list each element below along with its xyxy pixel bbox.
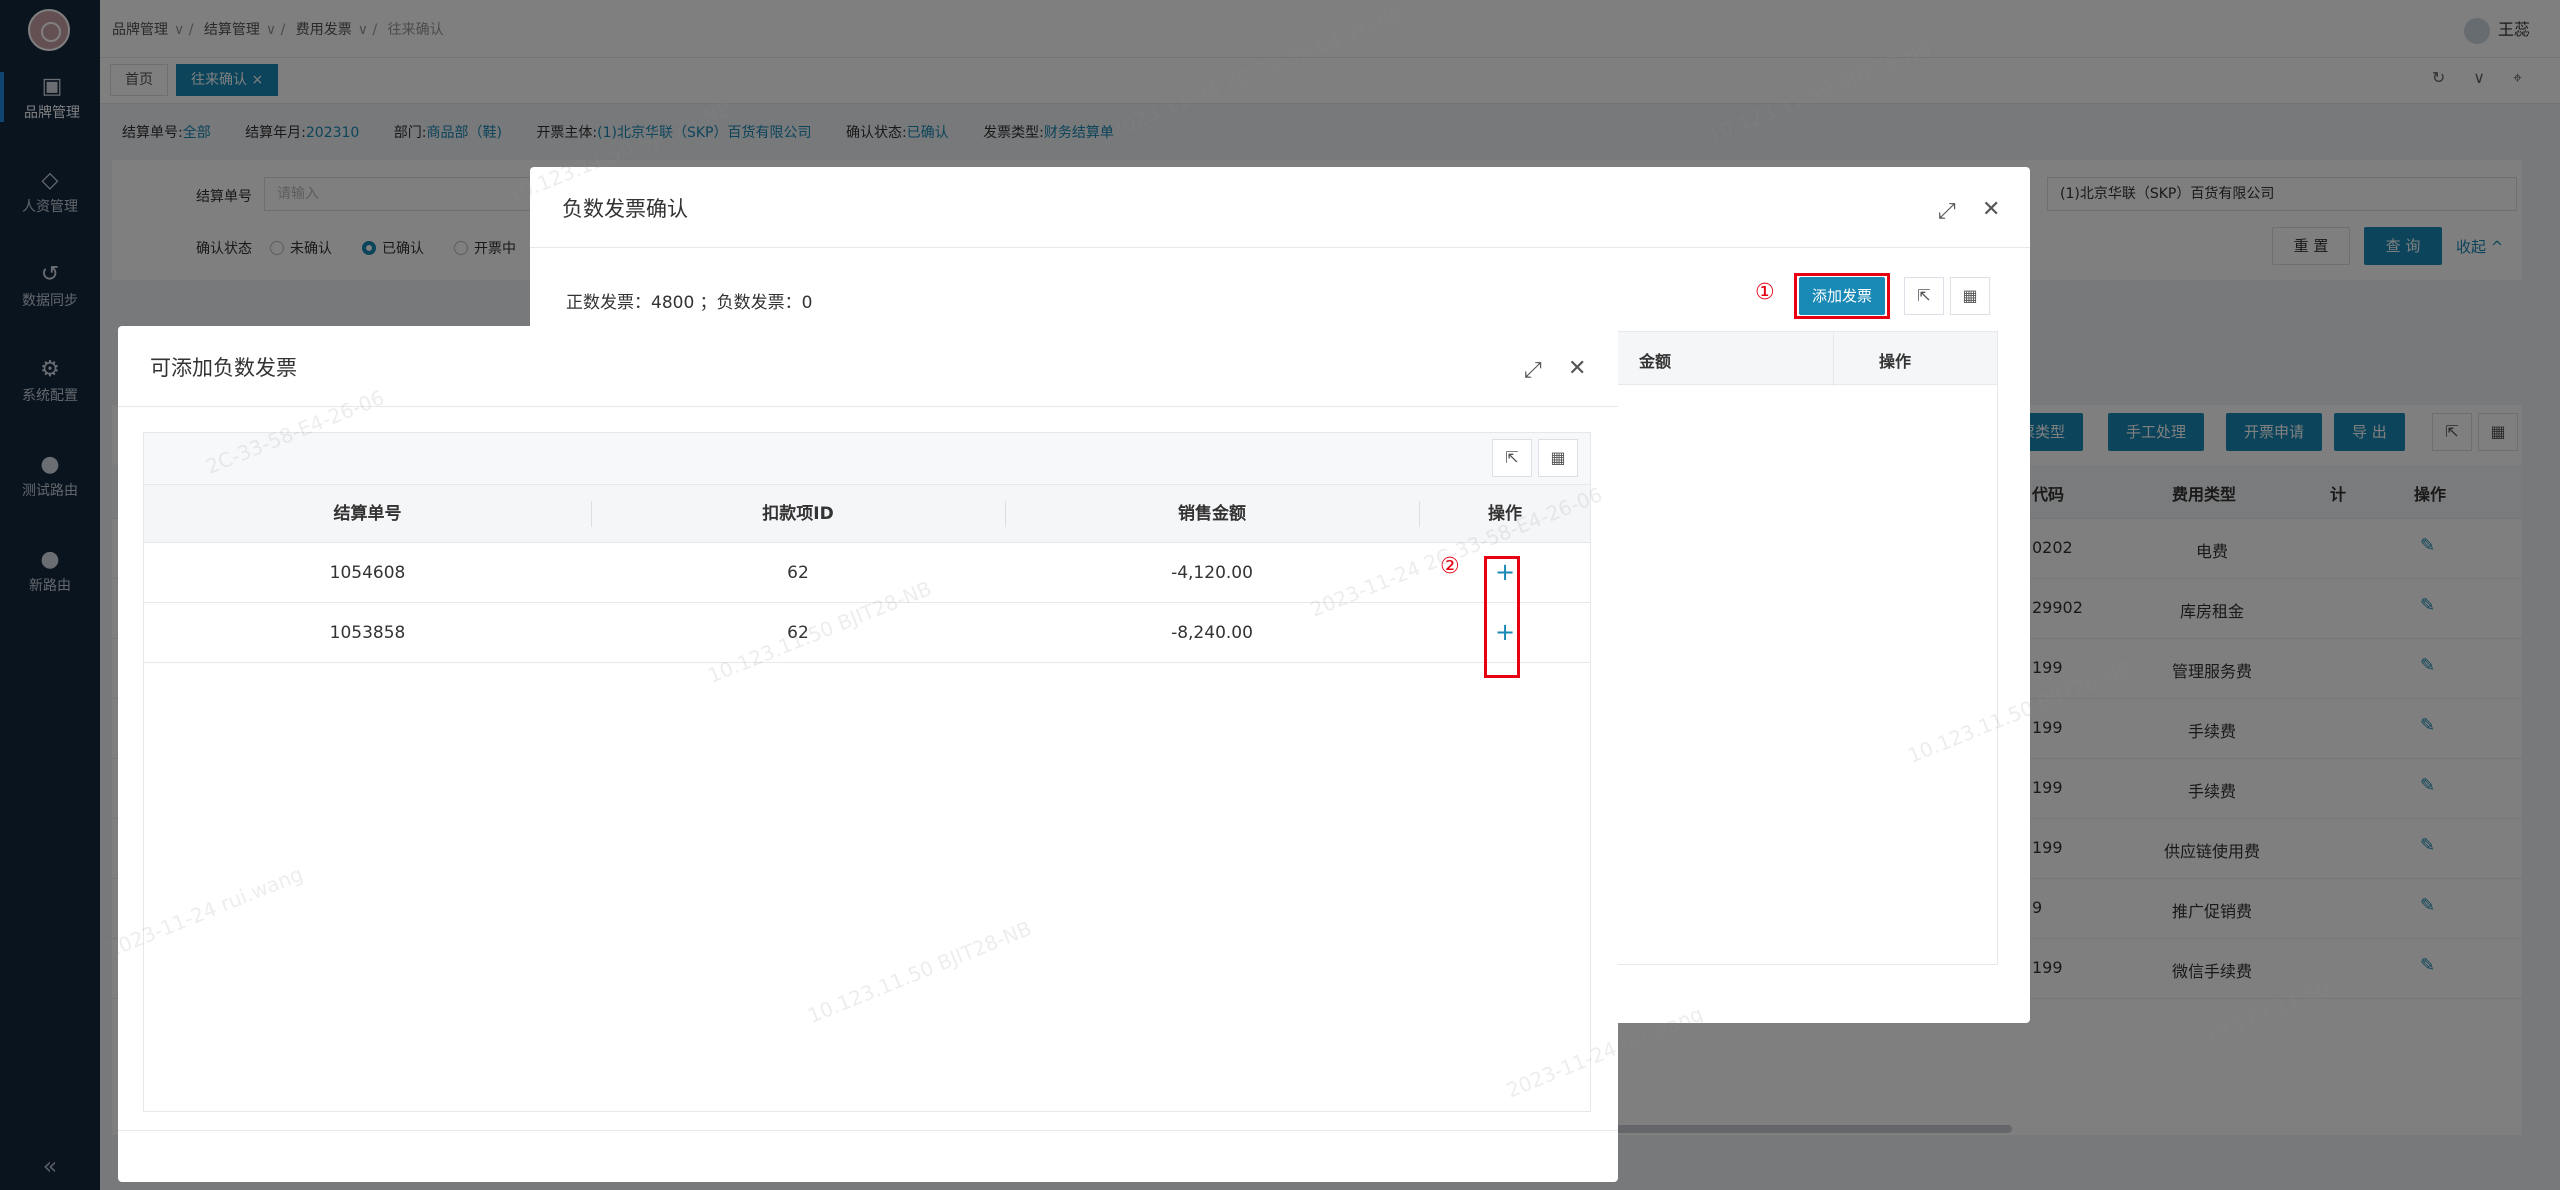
dialog-title: 负数发票确认 [562, 197, 688, 221]
step-marker-1: ① [1755, 280, 1775, 305]
fullscreen-icon[interactable]: ⇱ [1492, 439, 1532, 477]
deduct-id-cell: 62 [787, 623, 809, 643]
close-icon[interactable]: ✕ [1982, 197, 2000, 222]
sales-amount-cell: -4,120.00 [1171, 563, 1253, 583]
column-header: 金额 [1639, 352, 1672, 371]
step-marker-2: ② [1440, 554, 1460, 579]
maximize-icon[interactable]: ⤢ [1524, 358, 1542, 383]
deduct-id-cell: 62 [787, 563, 809, 583]
column-header: 操作 [1488, 504, 1522, 524]
column-header: 结算单号 [333, 504, 402, 524]
sales-amount-cell: -8,240.00 [1171, 623, 1253, 643]
dialog-title: 可添加负数发票 [150, 356, 297, 380]
fullscreen-icon[interactable]: ⇱ [1904, 277, 1944, 315]
settlement-no-cell: 1053858 [329, 623, 406, 643]
highlight-box [1794, 273, 1890, 319]
invoice-grid: ⇱ ▦ 结算单号 扣款项ID 销售金额 操作 1054608 62 -4,120… [143, 432, 1591, 1112]
grid-toolbar: ⇱ ▦ [144, 433, 1590, 485]
columns-icon[interactable]: ▦ [1538, 439, 1578, 477]
invoice-counts: 正数发票：4800 ；负数发票：0 [566, 293, 813, 313]
table-row: 1054608 62 -4,120.00 + [144, 543, 1590, 603]
table-row: 1053858 62 -8,240.00 + [144, 603, 1590, 663]
available-negative-invoices-dialog: 可添加负数发票 ⤢ ✕ ⇱ ▦ 结算单号 扣款项ID 销售金额 操作 10546… [118, 326, 1618, 1182]
maximize-icon[interactable]: ⤢ [1938, 199, 1956, 224]
settlement-no-cell: 1054608 [329, 563, 406, 583]
columns-icon[interactable]: ▦ [1950, 277, 1990, 315]
column-header: 扣款项ID [762, 504, 834, 524]
table-header: 结算单号 扣款项ID 销售金额 操作 [144, 485, 1590, 543]
close-icon[interactable]: ✕ [1568, 356, 1586, 381]
column-header: 操作 [1879, 352, 1912, 371]
highlight-box [1484, 556, 1520, 678]
column-header: 销售金额 [1178, 504, 1246, 524]
